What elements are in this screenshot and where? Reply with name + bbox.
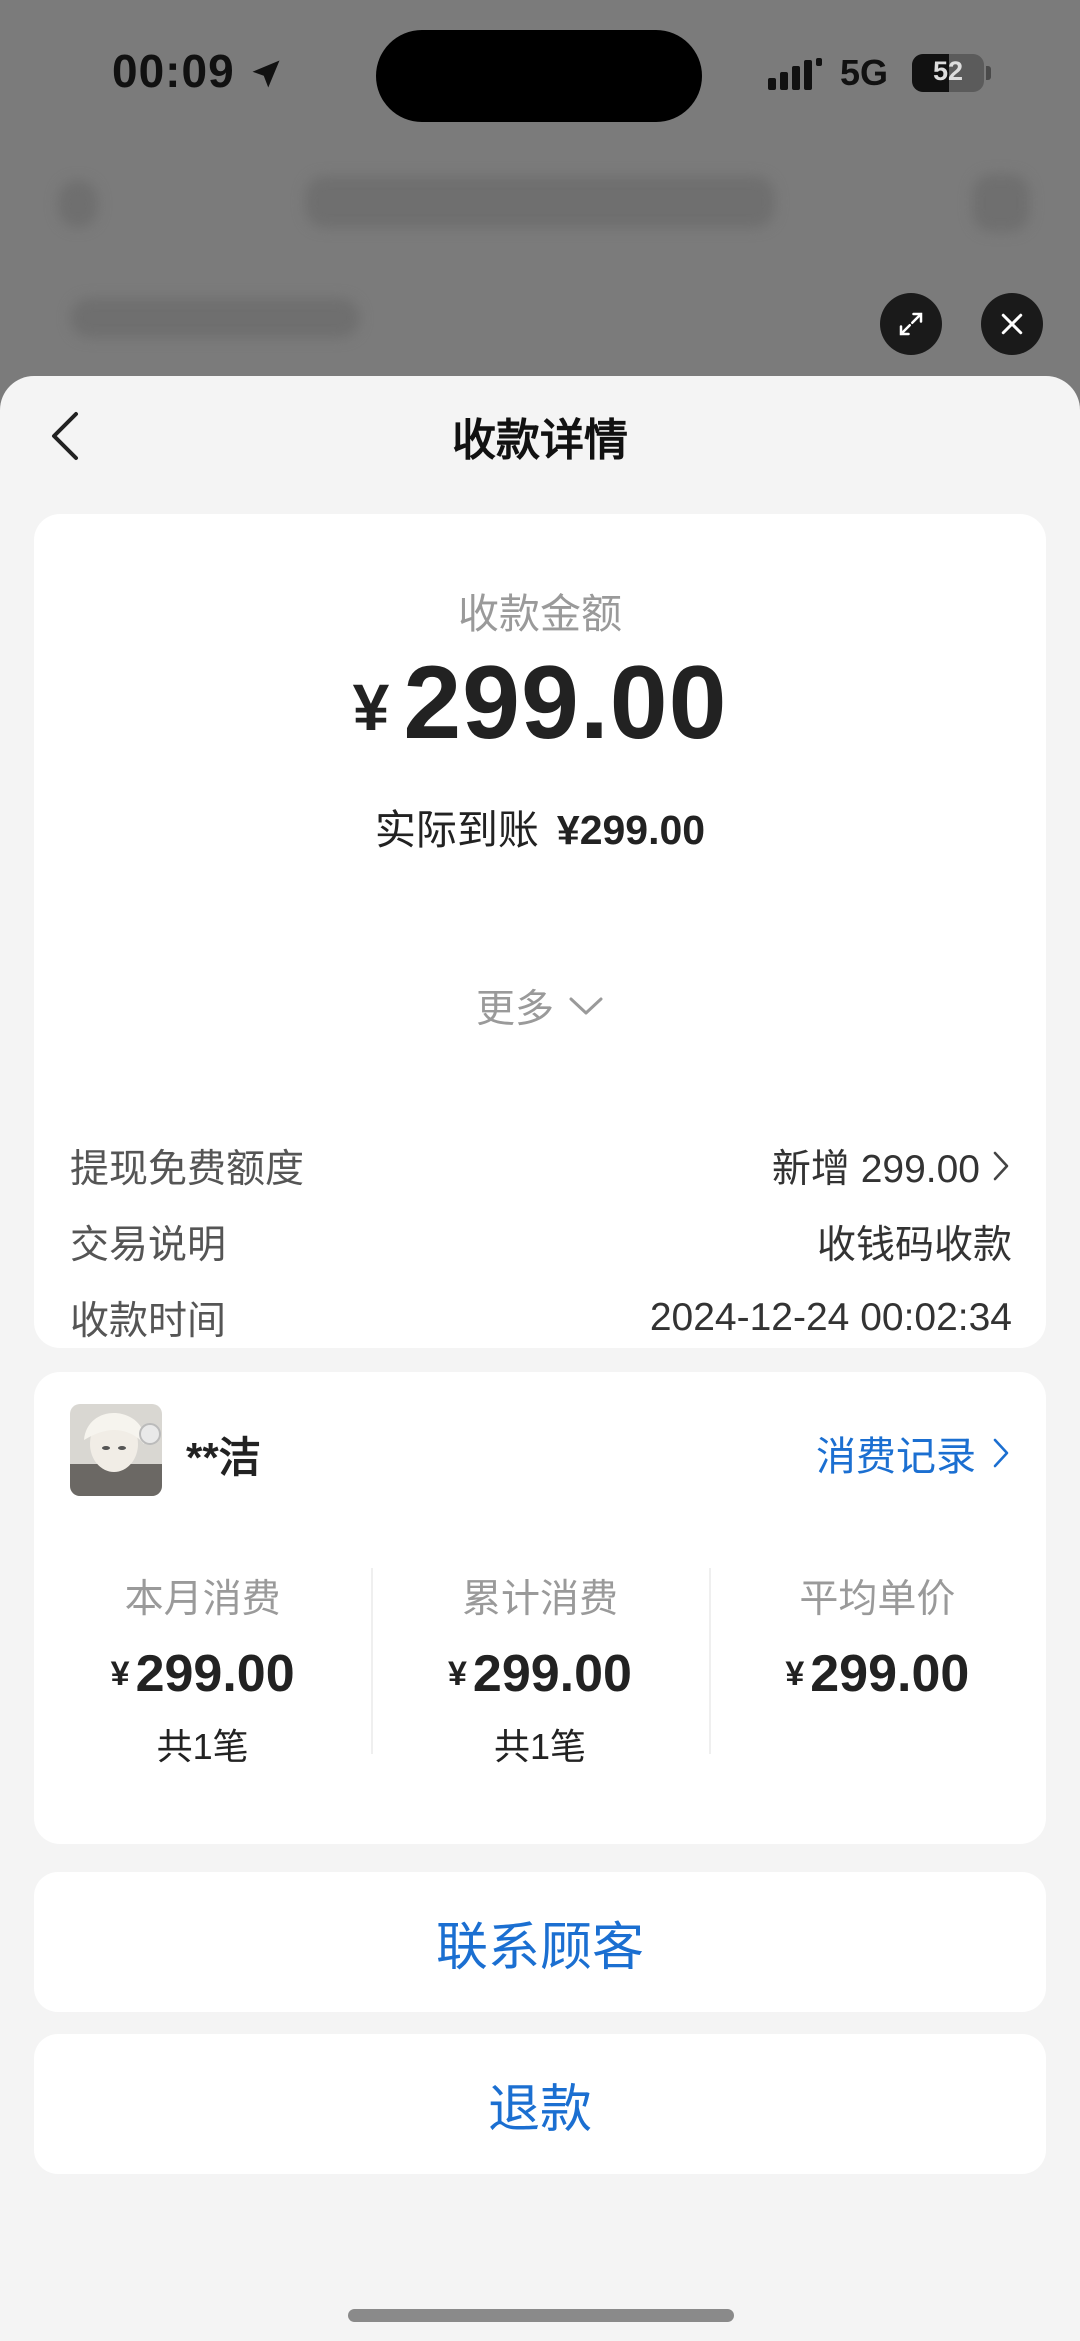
amount-display: ¥299.00 (34, 644, 1046, 763)
stat-this-month: 本月消费 ¥299.00 共1笔 (34, 1568, 371, 1767)
amount-currency: ¥ (352, 670, 390, 744)
amount-value: 299.00 (403, 645, 728, 761)
stat-label: 累计消费 (461, 1578, 618, 1621)
stat-amount: 299.00 (472, 1645, 632, 1703)
actual-received-value: ¥299.00 (556, 807, 706, 853)
stat-label: 平均单价 (799, 1578, 956, 1621)
consumption-records-link[interactable]: 消费记录 (816, 1424, 1012, 1482)
detail-row-key: 收款时间 (70, 1300, 227, 1343)
status-bar: 00:09 5G 52 (0, 0, 1080, 150)
customer-name: **洁 (186, 1434, 261, 1481)
battery-icon: 52 (912, 54, 984, 92)
expand-button[interactable] (880, 293, 942, 355)
stat-value: ¥299.00 (709, 1644, 1046, 1704)
stat-count: 共1笔 (493, 1726, 586, 1767)
close-icon (1001, 313, 1023, 335)
refund-button[interactable]: 退款 (34, 2034, 1046, 2174)
detail-row-value-text: 新增 299.00 (771, 1148, 980, 1191)
network-type: 5G (840, 52, 889, 93)
close-button[interactable] (981, 293, 1043, 355)
stat-count: 共1笔 (156, 1726, 249, 1767)
payment-detail-sheet: 收款详情 收款金额 ¥299.00 实际到账 ¥299.00 提现免费额度 新增 … (0, 376, 1080, 2341)
background-icon-blur (972, 174, 1030, 232)
stat-currency: ¥ (448, 1655, 467, 1693)
detail-row-value: 2024-12-24 00:02:34 (649, 1296, 1012, 1339)
background-title-blur (305, 176, 775, 228)
stat-currency: ¥ (785, 1655, 805, 1693)
avatar-image (70, 1404, 162, 1496)
detail-row-key: 提现免费额度 (70, 1148, 305, 1191)
cellular-signal-icon (768, 58, 822, 90)
nav-bar: 收款详情 (0, 376, 1080, 492)
home-indicator[interactable] (348, 2309, 734, 2322)
chevron-right-icon (993, 1151, 1009, 1181)
consumption-records-label: 消费记录 (816, 1435, 976, 1479)
stat-average: 平均单价 ¥299.00 (708, 1568, 1046, 1754)
stat-amount: 299.00 (135, 1645, 295, 1703)
detail-row-value: 新增 299.00 (772, 1138, 1012, 1194)
detail-row-free-quota[interactable]: 提现免费额度 新增 299.00 (70, 1136, 1012, 1196)
page-title: 收款详情 (452, 416, 628, 465)
stat-amount: 299.00 (810, 1645, 970, 1703)
stat-currency: ¥ (110, 1655, 130, 1693)
stat-value: ¥299.00 (34, 1644, 371, 1704)
stat-total: 累计消费 ¥299.00 共1笔 (371, 1568, 708, 1767)
consumption-stats: 本月消费 ¥299.00 共1笔 累计消费 ¥299.00 共1笔 平均单价 ¥… (34, 1568, 1046, 1767)
amount-summary-card: 收款金额 ¥299.00 实际到账 ¥299.00 提现免费额度 新增 299.0… (34, 514, 1046, 1348)
chevron-right-icon (993, 1438, 1009, 1468)
contact-customer-button[interactable]: 联系顾客 (34, 1872, 1046, 2012)
stat-value: ¥299.00 (371, 1644, 708, 1704)
dynamic-island (376, 30, 702, 122)
actual-received-label: 实际到账 (374, 807, 539, 853)
detail-row-value: 收钱码收款 (816, 1224, 1012, 1267)
background-text-blur (70, 298, 360, 338)
expand-icon (899, 312, 923, 336)
background-back-blur (58, 180, 98, 228)
more-toggle[interactable]: 更多 (34, 978, 1046, 1034)
status-time: 00:09 (112, 45, 235, 97)
customer-card: **洁 消费记录 本月消费 ¥299.00 共1笔 累计消费 ¥299.00 共… (34, 1372, 1046, 1844)
amount-label: 收款金额 (458, 591, 622, 637)
more-label: 更多 (475, 988, 554, 1031)
stat-label: 本月消费 (124, 1578, 281, 1621)
battery-tip (986, 66, 991, 80)
actual-received: 实际到账 ¥299.00 (34, 796, 1046, 856)
detail-row-time: 收款时间 2024-12-24 00:02:34 (70, 1288, 1012, 1348)
detail-row-description: 交易说明 收钱码收款 (70, 1212, 1012, 1272)
customer-avatar[interactable] (70, 1404, 162, 1496)
chevron-down-icon (569, 997, 603, 1015)
battery-level: 52 (932, 56, 964, 86)
detail-row-key: 交易说明 (70, 1224, 227, 1267)
location-arrow-icon (252, 60, 280, 88)
